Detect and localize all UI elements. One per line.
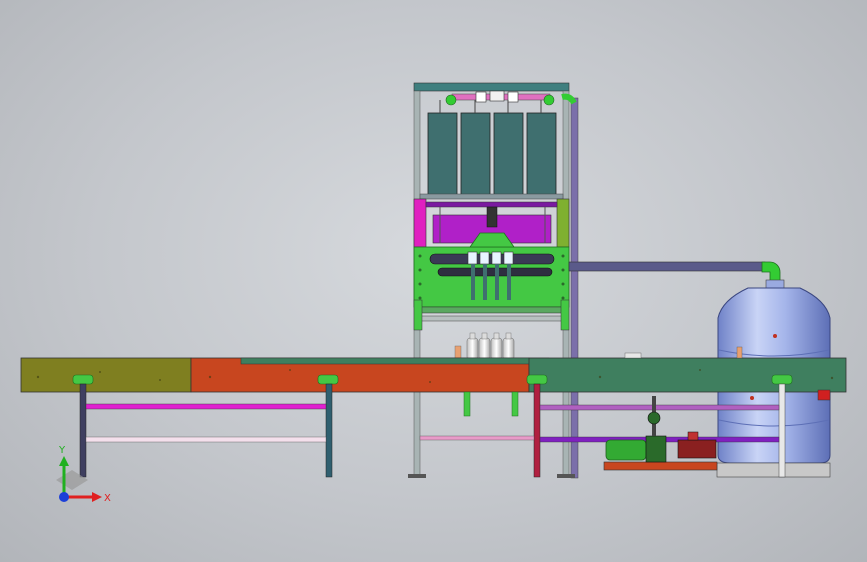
manifold-valve-3: [507, 91, 519, 103]
drive-gearbox: [645, 435, 667, 463]
supply-pipe-elbow: [761, 261, 781, 283]
filler-lower-plate: [419, 306, 564, 314]
lower-side-right: [560, 299, 570, 331]
filler-lower-rail: [419, 315, 564, 322]
bottle-3: [490, 337, 503, 361]
crossbar-left-upper: [85, 403, 327, 410]
cylinder-mount: [486, 206, 498, 228]
x-axis-label: X: [104, 493, 111, 504]
bottle-2: [478, 337, 491, 361]
reservoir-group: [427, 100, 557, 196]
tower-foot-left: [408, 474, 426, 478]
origin-marker: [59, 492, 69, 502]
conveyor-section-left: [20, 357, 192, 393]
crossbar-mid-lower: [419, 435, 535, 441]
reservoir-4: [526, 112, 557, 196]
reservoir-1: [427, 112, 458, 196]
tower-side-pipe: [570, 97, 579, 479]
manifold-valve-1: [475, 91, 487, 103]
lower-side-left: [413, 299, 423, 331]
bracket-3: [526, 374, 548, 385]
magenta-panel-left: [413, 198, 427, 248]
supply-pipe-horizontal: [568, 261, 766, 272]
bracket-4: [771, 374, 793, 385]
leg-2: [325, 383, 333, 478]
drive-base: [603, 461, 718, 471]
y-axis-label: Y: [58, 445, 66, 456]
bracket-2: [317, 374, 339, 385]
tower-foot-right: [557, 474, 575, 478]
leg-1: [79, 383, 87, 478]
conveyor-marker: [736, 346, 743, 359]
reservoir-2: [460, 112, 491, 196]
conveyor-end-cap: [817, 389, 831, 401]
bottle-4: [502, 337, 515, 361]
nozzle-2: [479, 251, 490, 265]
pump-body: [677, 439, 717, 459]
filling-tower: [413, 82, 579, 479]
tower-cross-beam: [419, 193, 564, 200]
leg-4: [778, 383, 786, 478]
bottle-1: [466, 337, 479, 361]
olive-panel-right: [556, 198, 570, 248]
sensor-block: [624, 352, 642, 359]
nozzle-4: [503, 251, 514, 265]
bracket-1: [72, 374, 94, 385]
supply-pipe: [568, 261, 781, 283]
shaft-coupling: [647, 411, 661, 425]
manifold-valve-2: [489, 90, 505, 102]
conveyor-top-rail: [240, 357, 550, 365]
manifold-elbow-left: [445, 94, 457, 106]
pump-inlet: [687, 431, 699, 441]
conveyor-section-right: [528, 357, 847, 393]
cad-viewport[interactable]: Y X: [0, 0, 867, 562]
bottles: [454, 332, 515, 361]
leg-3: [533, 383, 541, 478]
crossbar-right-upper: [539, 404, 780, 411]
drive-motor: [605, 439, 647, 461]
upper-slide-rail: [425, 201, 558, 208]
tower-top-beam: [413, 82, 570, 92]
reservoir-3: [493, 112, 524, 196]
nozzle-3: [491, 251, 502, 265]
nozzle-1: [467, 251, 478, 265]
crossbar-left-lower: [85, 436, 327, 443]
tank-stand: [716, 462, 831, 478]
manifold-elbow-right: [543, 94, 555, 106]
